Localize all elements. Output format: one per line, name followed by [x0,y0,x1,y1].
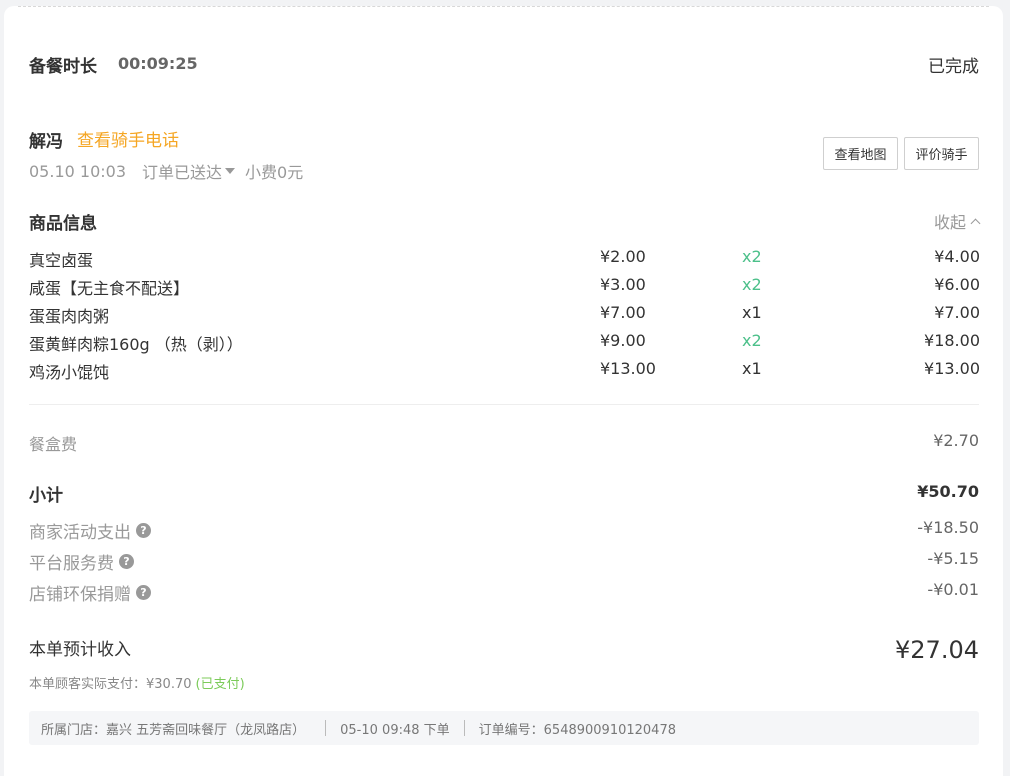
deduction-label: 店铺环保捐赠 [29,585,131,605]
tip-amount: 小费0元 [245,163,304,182]
prep-time-label: 备餐时长 [29,57,97,77]
item-total: ¥13.00 [924,359,980,378]
goods-item: 鸡汤小馄饨 ¥13.00 x1 ¥13.00 [29,359,980,387]
item-total: ¥4.00 [934,247,980,266]
goods-item: 蛋黄鲜肉粽160g （热（剥）） ¥9.00 x2 ¥18.00 [29,331,980,359]
question-circle-icon[interactable]: ? [119,554,134,569]
deduction-value: -¥0.01 [927,580,979,599]
customer-paid-text: 本单顾客实际支付：¥30.70 [29,677,192,692]
order-number: 订单编号：6548900910120478 [478,722,676,738]
delivery-time: 05.10 10:03 [29,161,126,181]
item-price: ¥7.00 [600,303,646,322]
footer-divider [325,720,327,736]
deduction-row: 商家活动支出 ? -¥18.50 [29,518,979,543]
order-time: 05-10 09:48 下单 [340,722,450,738]
item-price: ¥9.00 [600,331,646,350]
item-name: 真空卤蛋 [29,251,94,270]
prep-time-value: 00:09:25 [118,54,198,73]
item-name: 蛋蛋肉肉粥 [29,307,110,326]
box-fee-label: 餐盒费 [29,435,78,454]
delivery-status-dropdown[interactable]: 订单已送达 [142,159,222,183]
deduction-row: 平台服务费 ? -¥5.15 [29,549,979,574]
footer-divider [463,720,465,736]
item-name: 咸蛋【无主食不配送】 [29,279,190,298]
item-total: ¥7.00 [934,303,980,322]
item-price: ¥13.00 [600,359,656,378]
deduction-row: 店铺环保捐赠 ? -¥0.01 [29,580,979,605]
item-qty: x2 [742,331,762,350]
deduction-label-wrap: 店铺环保捐赠 ? [29,580,151,605]
rider-name: 解冯 [29,132,63,152]
view-rider-phone-link[interactable]: 查看骑手电话 [77,126,179,151]
question-circle-icon[interactable]: ? [136,523,151,538]
item-name: 鸡汤小馄饨 [29,363,110,382]
item-qty: x1 [742,359,762,378]
expected-income-value: ¥27.04 [895,636,979,664]
customer-paid-line: 本单顾客实际支付：¥30.70 (已支付) [29,673,245,692]
delivery-meta: 05.10 10:03 订单已送达 小费0元 [29,159,303,183]
item-qty: x2 [742,275,762,294]
deduction-label-wrap: 商家活动支出 ? [29,518,151,543]
item-price: ¥3.00 [600,275,646,294]
goods-list: 真空卤蛋 ¥2.00 x2 ¥4.00 咸蛋【无主食不配送】 ¥3.00 x2 … [29,247,980,387]
subtotal-label: 小计 [29,486,63,506]
caret-down-icon[interactable] [225,168,236,174]
goods-item: 蛋蛋肉肉粥 ¥7.00 x1 ¥7.00 [29,303,980,331]
goods-section-title: 商品信息 [29,214,97,234]
order-detail-card: 备餐时长 00:09:25 已完成 解冯 查看骑手电话 05.10 10:03 … [4,6,1003,776]
deduction-label: 平台服务费 [29,554,114,574]
item-name: 蛋黄鲜肉粽160g （热（剥）） [29,335,243,354]
paid-status-badge: (已支付) [195,677,245,692]
box-fee-value: ¥2.70 [933,431,979,450]
store-info: 所属门店：嘉兴 五芳斋回味餐厅（龙凤路店） [41,722,306,738]
item-qty: x2 [742,247,762,266]
expected-income-label: 本单预计收入 [29,640,131,660]
goods-item: 真空卤蛋 ¥2.00 x2 ¥4.00 [29,247,980,275]
collapse-toggle[interactable]: 收起 [933,209,981,233]
view-map-button[interactable]: 查看地图 [823,137,898,170]
item-qty: x1 [742,303,762,322]
collapse-label: 收起 [933,213,966,232]
item-total: ¥18.00 [924,331,980,350]
order-footer: 所属门店：嘉兴 五芳斋回味餐厅（龙凤路店） 05-10 09:48 下单 订单编… [29,711,979,745]
top-dashed-divider [18,6,989,7]
item-total: ¥6.00 [934,275,980,294]
item-price: ¥2.00 [600,247,646,266]
subtotal-value: ¥50.70 [917,482,979,501]
deduction-label: 商家活动支出 [29,523,131,543]
goods-divider [29,404,979,405]
goods-item: 咸蛋【无主食不配送】 ¥3.00 x2 ¥6.00 [29,275,980,303]
deduction-value: -¥5.15 [927,549,979,568]
deduction-label-wrap: 平台服务费 ? [29,549,134,574]
question-circle-icon[interactable]: ? [136,585,151,600]
chevron-up-icon [970,218,981,228]
order-status: 已完成 [928,57,979,77]
deduction-value: -¥18.50 [917,518,979,537]
rate-rider-button[interactable]: 评价骑手 [904,137,979,170]
